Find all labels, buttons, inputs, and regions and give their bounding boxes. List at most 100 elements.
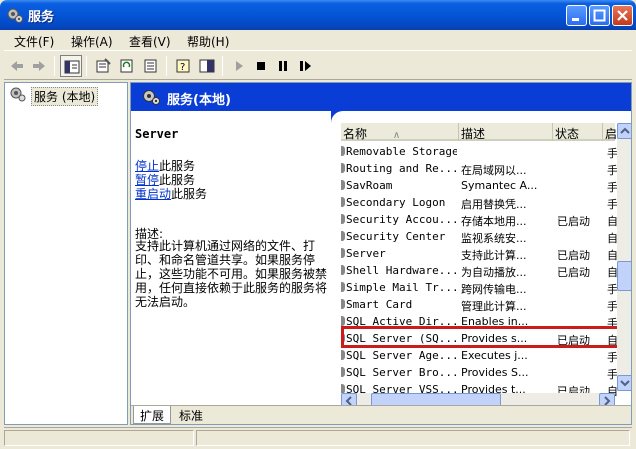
pause-service-button[interactable]: [272, 55, 294, 77]
service-name-cell: SQL Server (SQ...: [341, 332, 457, 345]
table-row[interactable]: Secondary Logon 启用替换凭... 手: [341, 194, 617, 211]
show-console-tree-button[interactable]: [60, 55, 82, 77]
services-gear-icon: [6, 6, 24, 24]
service-startup-cell: 自: [607, 249, 617, 262]
refresh-button[interactable]: [116, 55, 138, 77]
action-suffix: 此服务: [171, 187, 208, 201]
service-startup-cell: 手: [607, 368, 617, 381]
column-status[interactable]: 状态: [553, 123, 603, 141]
restart-service-button[interactable]: [294, 55, 316, 77]
service-name-cell: Security Accou...: [341, 213, 457, 226]
services-gear-icon: [10, 87, 26, 102]
back-button[interactable]: [6, 55, 28, 77]
sort-ascending-icon: ∧: [392, 130, 401, 141]
service-startup-cell: 手: [607, 317, 617, 330]
title-bar[interactable]: 服务: [0, 0, 636, 30]
table-row[interactable]: SQL Active Dir... Enables in... 手: [341, 313, 617, 330]
table-row[interactable]: Routing and Re... 在局域网以... 手: [341, 160, 617, 177]
table-row[interactable]: SQL Server Bro... Provides S... 手: [341, 364, 617, 381]
column-description-label: 描述: [461, 127, 486, 141]
start-service-button[interactable]: [228, 55, 250, 77]
table-row[interactable]: SQL Server (SQ... Provides s... 已启动 自: [341, 330, 617, 347]
table-row[interactable]: SQL Server Age... Executes j... 手: [341, 347, 617, 364]
service-name-cell: SQL Server Bro...: [341, 366, 457, 379]
column-name[interactable]: 名称 ∧: [341, 123, 459, 141]
column-startup-type[interactable]: 启: [603, 123, 617, 141]
status-segment: [196, 430, 630, 446]
service-description-cell: 管理此计算...: [461, 300, 527, 313]
toolbar-separator: [54, 56, 55, 76]
service-name-cell: SQL Active Dir...: [341, 315, 457, 328]
table-row[interactable]: Shell Hardware... 为自动播放... 已启动 自: [341, 262, 617, 279]
service-name-cell: SQL Server Age...: [341, 349, 457, 362]
service-startup-cell: 自: [607, 215, 617, 228]
service-name-cell: Removable Storage: [341, 145, 457, 158]
service-name-text: SQL Active Dir...: [346, 315, 457, 328]
table-row[interactable]: SavRoam Symantec A... 手: [341, 177, 617, 194]
restart-service-action: 重启动此服务: [135, 185, 208, 201]
help-icon: ?: [176, 59, 190, 73]
column-description[interactable]: 描述: [459, 123, 553, 141]
show-hide-action-pane-button[interactable]: [196, 55, 218, 77]
stop-service-button[interactable]: [250, 55, 272, 77]
toolbar-separator: [222, 56, 223, 76]
services-list: 名称 ∧ 描述 状态 启 Removable Storage 手 Routing a…: [341, 123, 631, 407]
close-button[interactable]: [612, 5, 633, 26]
service-status-cell: 已启动: [557, 266, 590, 279]
stop-service-action: 停止此服务: [135, 157, 195, 173]
pane-header: 服务(本地): [131, 83, 631, 111]
scroll-up-button[interactable]: [617, 123, 631, 139]
service-startup-cell: 自: [607, 266, 617, 279]
service-startup-cell: 自: [607, 334, 617, 347]
tab-standard[interactable]: 标准: [173, 406, 209, 424]
export-list-button[interactable]: [140, 55, 162, 77]
service-description-cell: Executes j...: [461, 349, 528, 362]
service-description-cell: 启用替换凭...: [461, 198, 527, 211]
service-description-cell: 在局域网以...: [461, 164, 527, 177]
table-row[interactable]: Security Accou... 存储本地用... 已启动 自: [341, 211, 617, 228]
help-button[interactable]: ?: [172, 55, 194, 77]
table-row[interactable]: Simple Mail Tr... 跨网传输电... 手: [341, 279, 617, 296]
chevron-up-icon: [620, 127, 630, 134]
table-row[interactable]: Removable Storage 手: [341, 143, 617, 160]
service-name-text: Security Accou...: [346, 213, 457, 226]
service-gear-icon: [341, 333, 345, 343]
service-name-text: Routing and Re...: [346, 162, 457, 175]
menu-help[interactable]: 帮助(H): [187, 33, 229, 50]
service-status-cell: 已启动: [557, 215, 590, 228]
tab-extended[interactable]: 扩展: [133, 406, 172, 424]
service-name-cell: Server: [341, 247, 457, 260]
menu-view[interactable]: 查看(V): [129, 33, 171, 50]
service-startup-cell: 手: [607, 351, 617, 364]
status-segment: [4, 430, 194, 446]
service-name-cell: SavRoam: [341, 179, 457, 192]
scroll-down-button[interactable]: [617, 375, 631, 391]
vertical-scroll-thumb[interactable]: [617, 261, 631, 291]
maximize-button[interactable]: [589, 5, 610, 26]
menu-file[interactable]: 文件(F): [14, 33, 54, 50]
service-gear-icon: [341, 282, 345, 292]
service-gear-icon: [341, 316, 345, 326]
restart-service-link[interactable]: 重启动: [135, 187, 171, 201]
status-bar: [4, 427, 632, 447]
pane-header-title: 服务(本地): [167, 93, 231, 108]
service-name-text: SQL Server Bro...: [346, 366, 457, 379]
vertical-scrollbar[interactable]: [617, 123, 631, 391]
table-row[interactable]: Server 支持此计算... 已启动 自: [341, 245, 617, 262]
tree-item-label: 服务 (本地): [31, 87, 99, 106]
forward-button[interactable]: [28, 55, 50, 77]
table-row[interactable]: Smart Card 管理此计算... 手: [341, 296, 617, 313]
description-text: 支持此计算机通过网络的文件、打印、和命名管道共享。如果服务停止，这些功能不可用。…: [135, 239, 328, 309]
table-row[interactable]: Security Center 监视系统安... 自: [341, 228, 617, 245]
restart-icon: [300, 61, 311, 71]
service-description-cell: Symantec A...: [461, 179, 538, 192]
view-tabs: 扩展 标准: [131, 405, 631, 424]
service-gear-icon: [341, 163, 345, 173]
service-name-text: SavRoam: [346, 179, 393, 192]
minimize-button[interactable]: [566, 5, 587, 26]
menu-action[interactable]: 操作(A): [71, 33, 113, 50]
service-gear-icon: [341, 231, 345, 241]
service-gear-icon: [341, 197, 345, 207]
properties-button[interactable]: [92, 55, 114, 77]
service-startup-cell: 手: [607, 198, 617, 211]
